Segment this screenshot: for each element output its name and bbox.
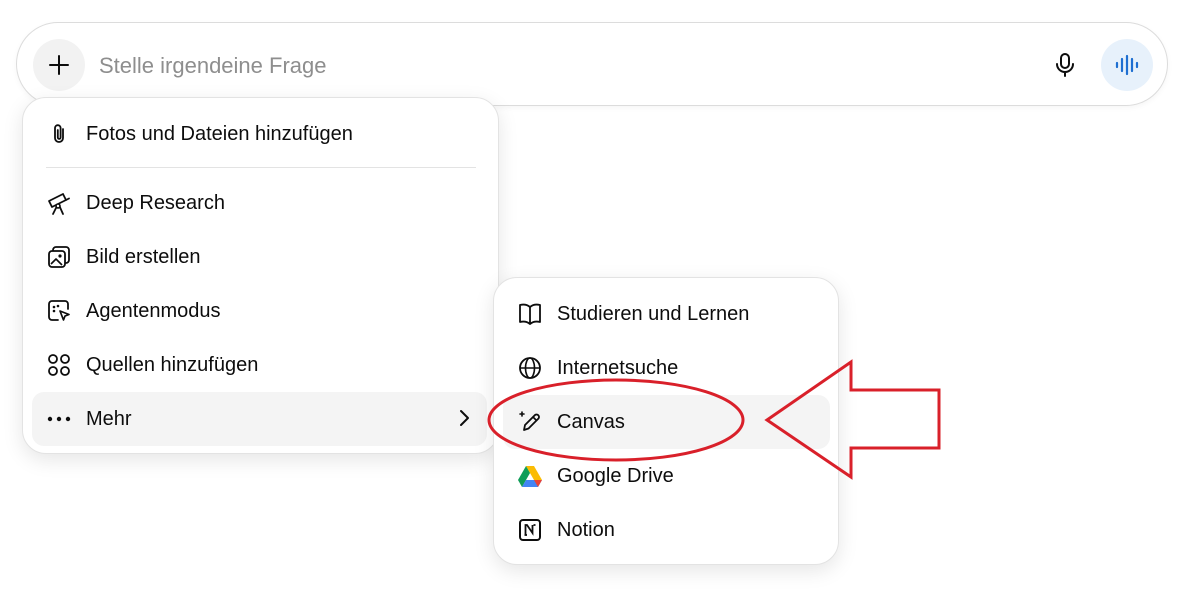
submenu-item-study[interactable]: Studieren und Lernen: [517, 287, 827, 341]
paperclip-icon: [46, 121, 72, 147]
submenu-item-google-drive[interactable]: Google Drive: [517, 449, 827, 503]
menu-divider: [46, 167, 476, 168]
menu-item-label: Fotos und Dateien hinzufügen: [86, 122, 353, 145]
open-book-icon: [517, 301, 543, 327]
voice-mode-button[interactable]: [1101, 39, 1153, 91]
plus-icon: [49, 55, 69, 75]
image-create-icon: [46, 244, 72, 270]
menu-item-label: Bild erstellen: [86, 245, 201, 268]
menu-item-more[interactable]: Mehr: [32, 392, 487, 446]
submenu-item-label: Studieren und Lernen: [557, 302, 750, 325]
menu-item-add-sources[interactable]: Quellen hinzufügen: [46, 338, 486, 392]
chat-composer: [16, 22, 1168, 106]
globe-icon: [517, 355, 543, 381]
voice-waveform-icon: [1115, 54, 1139, 76]
menu-item-label: Mehr: [86, 407, 132, 430]
telescope-icon: [46, 190, 72, 216]
submenu-item-label: Canvas: [557, 410, 625, 433]
agent-cursor-icon: [46, 298, 72, 324]
chevron-right-icon: [460, 410, 469, 426]
dictate-button[interactable]: [1043, 43, 1087, 87]
prompt-input[interactable]: [97, 45, 1001, 87]
sources-nodes-icon: [46, 352, 72, 378]
menu-item-label: Deep Research: [86, 191, 225, 214]
menu-item-label: Quellen hinzufügen: [86, 353, 259, 376]
add-button[interactable]: [33, 39, 85, 91]
submenu-item-canvas[interactable]: Canvas: [503, 395, 830, 449]
more-dots-icon: [46, 406, 72, 432]
menu-item-create-image[interactable]: Bild erstellen: [46, 230, 486, 284]
attach-menu: Fotos und Dateien hinzufügen Deep Resear…: [22, 97, 499, 454]
menu-item-label: Agentenmodus: [86, 299, 221, 322]
submenu-item-label: Notion: [557, 518, 615, 541]
submenu-item-label: Google Drive: [557, 464, 674, 487]
submenu-item-web-search[interactable]: Internetsuche: [517, 341, 827, 395]
notion-icon: [517, 517, 543, 543]
submenu-item-label: Internetsuche: [557, 356, 679, 379]
menu-item-add-files[interactable]: Fotos und Dateien hinzufügen: [46, 107, 486, 161]
menu-item-agent-mode[interactable]: Agentenmodus: [46, 284, 486, 338]
google-drive-icon: [517, 463, 543, 489]
menu-item-deep-research[interactable]: Deep Research: [46, 176, 486, 230]
more-submenu: Studieren und Lernen Internetsuche Canva…: [493, 277, 839, 565]
pencil-sparkle-icon: [517, 409, 543, 435]
microphone-icon: [1056, 53, 1074, 77]
submenu-item-notion[interactable]: Notion: [517, 503, 827, 557]
